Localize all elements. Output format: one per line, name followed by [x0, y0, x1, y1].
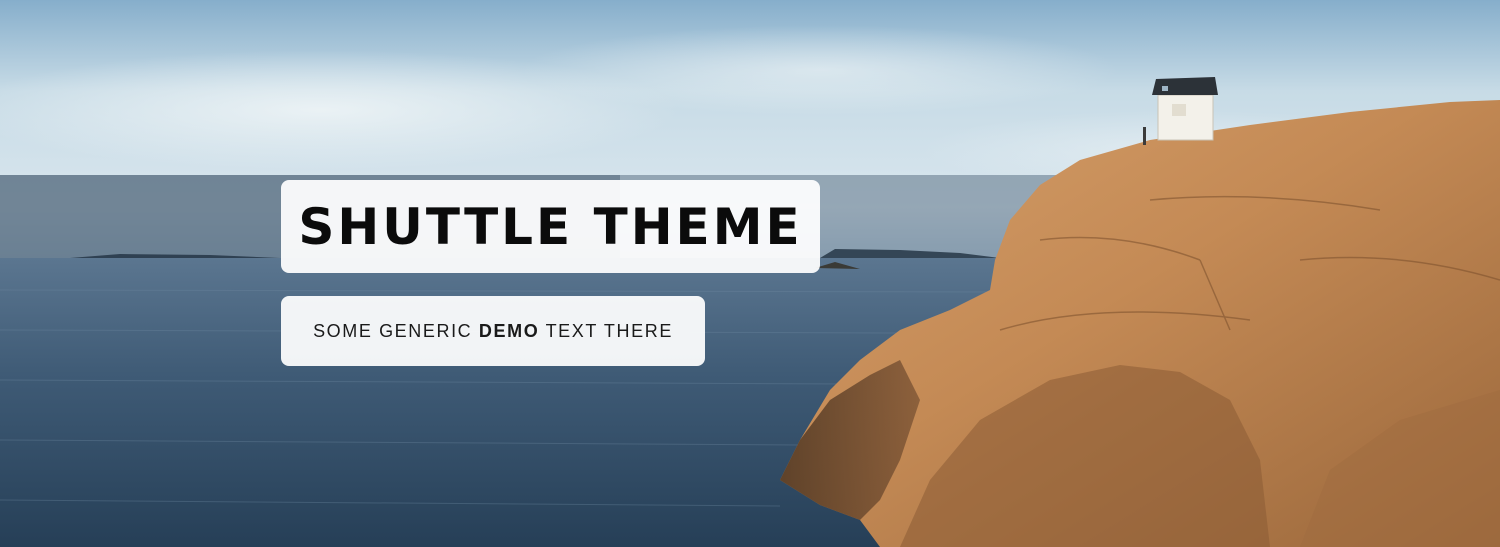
hero-subtitle: SOME GENERIC DEMO TEXT THERE — [313, 321, 673, 342]
hero-subtitle-after: TEXT THERE — [539, 320, 673, 341]
hero-subtitle-emphasis: DEMO — [478, 320, 540, 341]
hero-subtitle-before: SOME GENERIC — [313, 320, 479, 341]
hero-title-box: SHUTTLE THEME — [281, 180, 820, 273]
hero-title: SHUTTLE THEME — [298, 197, 803, 256]
hero-subtitle-box: SOME GENERIC DEMO TEXT THERE — [281, 296, 705, 366]
hero-banner: SHUTTLE THEME SOME GENERIC DEMO TEXT THE… — [0, 0, 1500, 547]
hero-background-image — [0, 0, 1500, 547]
